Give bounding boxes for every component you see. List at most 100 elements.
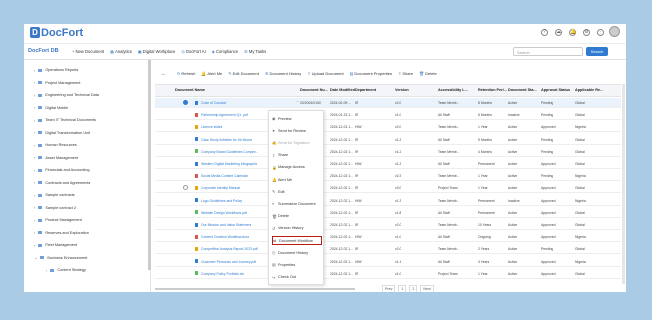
sidebar-item[interactable]: › Project Management xyxy=(34,78,80,88)
sidebar-item[interactable]: › Digital Transformation Unit xyxy=(34,128,90,138)
nav-item-new-document[interactable]: +New Document xyxy=(72,49,104,54)
menu-item-document-history[interactable]: ◷ Document History xyxy=(272,248,322,257)
sidebar-item[interactable]: › Financials and Accounting xyxy=(34,165,89,175)
avatar[interactable] xyxy=(609,26,620,37)
column-header[interactable]: Document Name xyxy=(175,88,205,92)
sidebar-item[interactable]: › Content Strategy xyxy=(46,265,86,275)
document-name-link[interactable]: Company Brand Guidelines Compre... xyxy=(201,150,258,154)
sidebar-item[interactable]: › Operations Reports xyxy=(34,65,78,75)
search-button[interactable]: Search xyxy=(586,47,608,56)
menu-item-check-out[interactable]: ↪ Check Out xyxy=(272,273,322,282)
toolbar-delete-button[interactable]: 🗑Delete xyxy=(419,71,437,76)
sidebar-item[interactable]: › Reserves and Exploration xyxy=(34,228,89,238)
table-row[interactable]: Partnership Agreement Q1 .pdf 2024-01-23 … xyxy=(155,110,621,121)
sidebar-item[interactable]: › Team IT Technical Documents xyxy=(34,115,96,125)
table-row[interactable]: Corporate Identity Manual 2024-12-02 1...… xyxy=(155,183,621,194)
table-row[interactable]: Customer Personas and Journey.pdf 2024-12… xyxy=(155,257,621,267)
search-input[interactable]: Search xyxy=(513,47,583,56)
table-row[interactable]: Website Design Workflows.pdf 2024-12-02 1… xyxy=(155,208,621,218)
table-row[interactable]: Company Brand Guidelines Compre... 2024-1… xyxy=(155,147,621,157)
menu-item-properties[interactable]: ▤ Properties xyxy=(272,260,322,269)
document-name-link[interactable]: Our Mission and Value Statement xyxy=(201,223,251,227)
document-name-link[interactable]: Competitive Analysis Report 2023.pdf xyxy=(201,247,258,251)
column-header[interactable]: Retention Peri... xyxy=(478,88,507,92)
table-row[interactable]: Case Study Initiative for Mr Moore 2024-1… xyxy=(155,135,621,145)
document-name-link[interactable]: Case Study Initiative for Mr Moore xyxy=(201,138,252,142)
table-row[interactable]: Content Creation Workflow.docx 2024-12-02… xyxy=(155,232,621,243)
apps-icon[interactable]: ⋮ xyxy=(597,29,604,36)
table-row[interactable]: Code of Conduct 20/2024/0150 2024-02-09 ..… xyxy=(155,98,621,108)
document-name-link[interactable]: Licence slides xyxy=(201,125,222,129)
menu-item-summarize-document[interactable]: ≡ Summarize Document xyxy=(272,199,322,208)
help-icon[interactable]: ? xyxy=(541,29,548,36)
sidebar-item[interactable]: ⌄ Business Enhancement xyxy=(34,253,87,263)
page-button-2[interactable]: 2 xyxy=(409,285,418,292)
sidebar-item[interactable]: › Sample contracts xyxy=(34,190,75,200)
menu-item-delete[interactable]: 🗑 Delete xyxy=(272,212,322,221)
table-row[interactable]: Licence slides 2024-12-01 1... HIW v2.0 Team… xyxy=(155,122,621,133)
menu-item-edit[interactable]: ✎ Edit xyxy=(272,187,322,196)
menu-item-alert-me[interactable]: 🔔 Alert Me xyxy=(272,175,322,184)
document-name-link[interactable]: Company Policy Portfolio.xls xyxy=(201,272,244,276)
document-name-link[interactable]: Partnership Agreement Q1 .pdf xyxy=(201,113,248,117)
column-header[interactable]: Applicable Re... xyxy=(575,88,603,92)
cloud-icon[interactable]: ☁ xyxy=(555,29,562,36)
sidebar-item[interactable]: › Engineering and Technical Data xyxy=(34,90,99,100)
nav-item-my-tasks[interactable]: ☰My Tasks xyxy=(244,49,266,54)
menu-item-preview[interactable]: ◉ Preview xyxy=(272,114,322,123)
sidebar-item[interactable]: › Sample contract 2 xyxy=(34,203,76,213)
document-name-link[interactable]: Corporate Identity Manual xyxy=(201,186,240,190)
toolbar-upload-document-button[interactable]: ⇪Upload Document xyxy=(307,71,343,76)
column-header[interactable]: Date Modified xyxy=(330,88,355,92)
back-arrow-icon[interactable]: ← xyxy=(161,71,167,77)
toolbar-alert-me-button[interactable]: 🔔Alert Me xyxy=(201,71,222,76)
row-radio[interactable] xyxy=(183,100,188,105)
sidebar-item[interactable]: › Fleet Management xyxy=(34,240,77,250)
sidebar-item[interactable]: › Human Resources xyxy=(34,140,77,150)
table-row[interactable]: Our Mission and Value Statement 2024-12-0… xyxy=(155,220,621,230)
document-name-link[interactable]: Customer Personas and Journey.pdf xyxy=(201,260,256,264)
table-row[interactable]: Company Policy Portfolio.xls20/2024/0274… xyxy=(155,269,621,279)
sidebar-item[interactable]: › Digital Mobile xyxy=(34,103,68,113)
toolbar-refresh-button[interactable]: ⟳Refresh xyxy=(177,71,195,76)
nav-item-compliance[interactable]: ◈Compliance xyxy=(212,49,238,54)
document-name-link[interactable]: Code of Conduct xyxy=(201,101,226,105)
menu-item-document-workflow[interactable]: ⇄ Document Workflow xyxy=(272,236,322,245)
toolbar-share-button[interactable]: ⇧Share xyxy=(398,71,413,76)
sidebar-item[interactable]: › Contracts and Agreements xyxy=(34,178,90,188)
settings-icon[interactable]: ⚙ xyxy=(583,29,590,36)
menu-item-manage-access[interactable]: 🔒 Manage Access xyxy=(272,163,322,172)
table-row[interactable]: Western Digital Marketing Infographic 202… xyxy=(155,159,621,169)
document-name-link[interactable]: Website Design Workflows.pdf xyxy=(201,211,247,215)
toolbar-document-history-button[interactable]: ☰Document History xyxy=(265,71,301,76)
table-row[interactable]: Social Media Content Calendar 2024-12-02 … xyxy=(155,171,621,182)
document-name-link[interactable]: Content Creation Workflow.docx xyxy=(201,235,249,239)
sidebar-scrollbar[interactable] xyxy=(148,60,151,270)
column-header[interactable]: Approval Status xyxy=(541,88,570,92)
menu-item-version-history[interactable]: ↺ Version History xyxy=(272,224,322,233)
nav-item-analytics[interactable]: ▦Analytics xyxy=(110,49,132,54)
horizontal-scrollbar[interactable] xyxy=(155,288,355,290)
row-radio[interactable] xyxy=(183,185,188,191)
nav-item-docfort-ai[interactable]: ◎DocFort AI xyxy=(181,49,205,54)
table-row[interactable]: Competitive Analysis Report 2023.pdf 2024… xyxy=(155,244,621,255)
more-actions-icon[interactable]: ⋯ xyxy=(294,99,301,106)
page-button-next[interactable]: Next xyxy=(420,285,434,292)
column-header[interactable]: Version xyxy=(395,88,409,92)
document-name-link[interactable]: Social Media Content Calendar xyxy=(201,174,248,178)
document-name-link[interactable]: Western Digital Marketing Infographic xyxy=(201,162,257,166)
menu-item-share[interactable]: ⇧ Share xyxy=(272,151,322,160)
toolbar-edit-document-button[interactable]: ✎Edit Document xyxy=(228,71,259,76)
column-header[interactable]: Accessibility L... xyxy=(438,88,468,92)
nav-item-digital-workplace[interactable]: ▣Digital Workplace xyxy=(138,49,175,54)
notification-icon[interactable]: 🔔 xyxy=(569,29,576,36)
menu-item-send-for-review[interactable]: ➤ Send for Review xyxy=(272,126,322,135)
table-scrollbar[interactable] xyxy=(622,84,625,284)
sidebar-item[interactable]: › Product Management xyxy=(34,215,82,225)
app-logo[interactable]: D DocFort xyxy=(30,27,83,39)
column-header[interactable]: Document Nu... xyxy=(300,88,328,92)
brand[interactable]: DocFort DB xyxy=(28,48,59,54)
page-button-prev[interactable]: Prev xyxy=(382,285,396,292)
document-name-link[interactable]: Logo Guidelines and Policy xyxy=(201,199,242,203)
toolbar-document-properties-button[interactable]: ▤Document Properties xyxy=(350,71,392,76)
